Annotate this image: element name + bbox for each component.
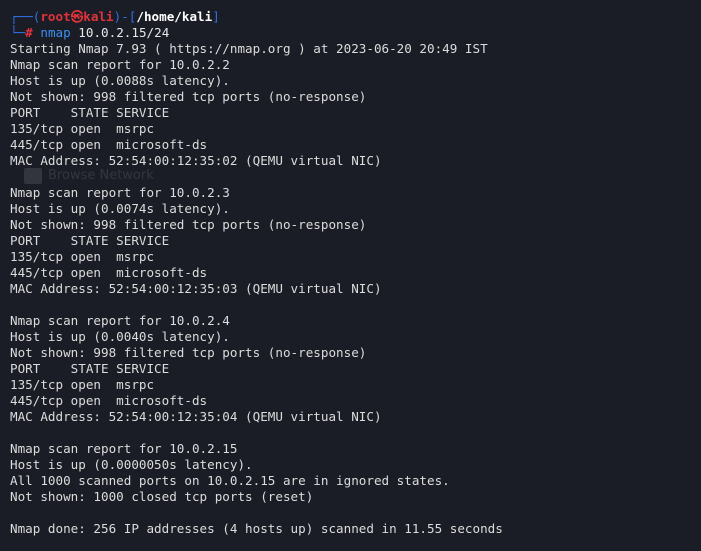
output-line: 445/tcp open microsoft-ds: [10, 393, 208, 408]
output-line: 445/tcp open microsoft-ds: [10, 137, 208, 152]
output-line: MAC Address: 52:54:00:12:35:04 (QEMU vir…: [10, 409, 382, 424]
output-line: Host is up (0.0000050s latency).: [10, 457, 253, 472]
output-line: Nmap scan report for 10.0.2.3: [10, 185, 230, 200]
output-line: Not shown: 1000 closed tcp ports (reset): [10, 489, 314, 504]
output-line: Host is up (0.0040s latency).: [10, 329, 230, 344]
output-line: Nmap scan report for 10.0.2.15: [10, 441, 238, 456]
prompt-frame-close: ]: [212, 9, 220, 24]
output-line: PORT STATE SERVICE: [10, 361, 170, 376]
output-line: Not shown: 998 filtered tcp ports (no-re…: [10, 345, 367, 360]
command-arguments: 10.0.2.15/24: [78, 25, 170, 40]
prompt-header: ┌──(root㉿kali)-[/home/kali]: [10, 9, 701, 25]
output-line: Nmap scan report for 10.0.2.4: [10, 313, 230, 328]
terminal-output: Starting Nmap 7.93 ( https://nmap.org ) …: [10, 41, 701, 537]
output-line: 445/tcp open microsoft-ds: [10, 265, 208, 280]
prompt-symbol: #: [25, 25, 33, 40]
output-line: 135/tcp open msrpc: [10, 121, 155, 136]
output-line: MAC Address: 52:54:00:12:35:03 (QEMU vir…: [10, 281, 382, 296]
prompt-frame-mid: )-[: [113, 9, 137, 24]
terminal-window[interactable]: Browse Network ┌──(root㉿kali)-[/home/kal…: [0, 0, 701, 551]
output-line: PORT STATE SERVICE: [10, 105, 170, 120]
network-icon: [24, 168, 42, 184]
output-line: Host is up (0.0088s latency).: [10, 73, 230, 88]
output-line: 135/tcp open msrpc: [10, 249, 155, 264]
command-name: nmap: [40, 25, 71, 40]
ghost-label: Browse Network: [48, 168, 154, 183]
output-line: All 1000 scanned ports on 10.0.2.15 are …: [10, 473, 450, 488]
output-line: Nmap scan report for 10.0.2.2: [10, 57, 230, 72]
prompt-cwd: /home/kali: [136, 9, 213, 24]
prompt-frame-top: ┌──(: [10, 9, 41, 24]
prompt-user: root: [40, 9, 71, 24]
output-line: Starting Nmap 7.93 ( https://nmap.org ) …: [10, 41, 488, 56]
at-symbol-icon: ㉿: [70, 9, 84, 24]
output-line: PORT STATE SERVICE: [10, 233, 170, 248]
prompt-frame-bottom: └─: [10, 25, 26, 40]
output-line: 135/tcp open msrpc: [10, 377, 155, 392]
output-line: Not shown: 998 filtered tcp ports (no-re…: [10, 89, 367, 104]
output-line: Nmap done: 256 IP addresses (4 hosts up)…: [10, 521, 503, 536]
prompt-host: kali: [83, 9, 114, 24]
prompt-command-line[interactable]: └─# nmap 10.0.2.15/24: [10, 25, 701, 41]
background-ghost-item: Browse Network: [24, 165, 164, 187]
output-line: Host is up (0.0074s latency).: [10, 201, 230, 216]
output-line: Not shown: 998 filtered tcp ports (no-re…: [10, 217, 367, 232]
